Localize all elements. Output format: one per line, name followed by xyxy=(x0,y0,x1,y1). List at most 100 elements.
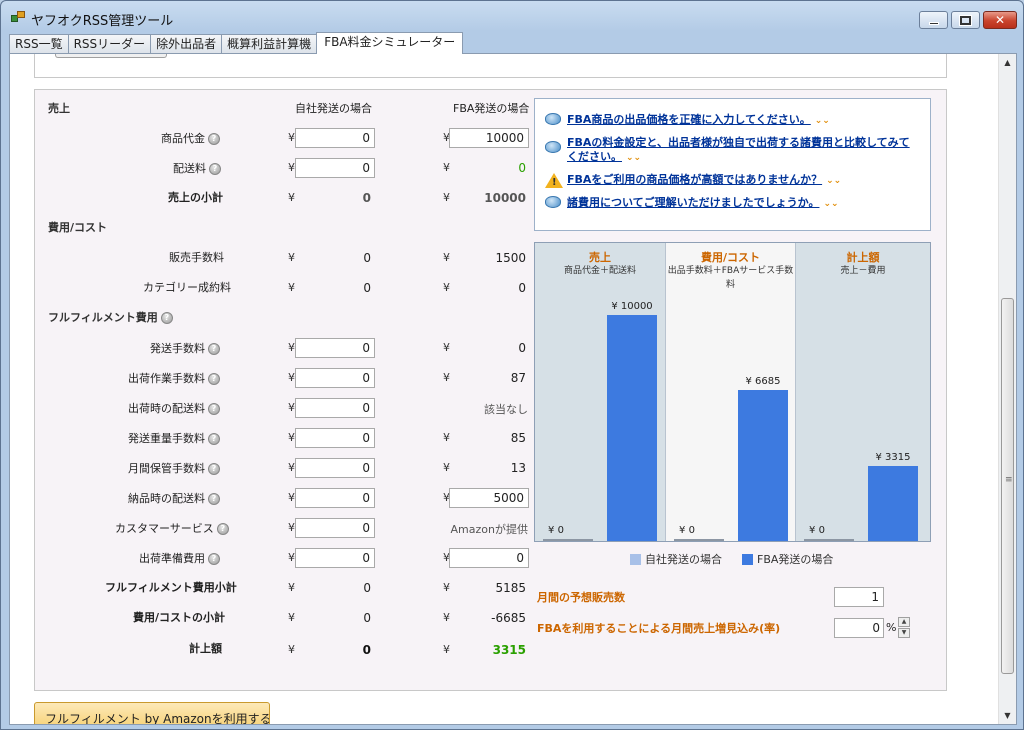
label-ship-fee: 発送手数料? xyxy=(150,340,220,356)
help-icon[interactable]: ? xyxy=(216,523,229,535)
cost-subtotal-fba-value: -6685 xyxy=(491,611,526,625)
help-icon[interactable]: ? xyxy=(208,373,220,385)
help-icon[interactable]: ? xyxy=(208,433,220,445)
weight-fee-fba-value: 85 xyxy=(510,431,526,445)
help-icon[interactable]: ? xyxy=(209,163,221,175)
chart-column: 計上額 売上－費用 ¥ 0 ¥ 3315 xyxy=(796,243,930,541)
spin-down-icon[interactable]: ▼ xyxy=(898,628,910,638)
increase-rate-input[interactable]: 0 xyxy=(834,618,884,638)
title-bar: ヤフオクRSS管理ツール ✕ xyxy=(1,1,1023,33)
tip-link[interactable]: FBAをご利用の商品価格が高額ではありませんか？ xyxy=(567,173,822,186)
chart-category-subtitle: 商品代金＋配送料 xyxy=(563,266,636,276)
prep-cost-self-input[interactable]: 0 xyxy=(295,548,375,568)
label-item-price: 商品代金? xyxy=(161,130,220,146)
scroll-thumb[interactable]: ≡ xyxy=(1001,298,1014,674)
help-icon[interactable]: ? xyxy=(208,463,220,475)
weight-fee-self-input[interactable]: 0 xyxy=(295,428,375,448)
shipping-fba-value: 0 xyxy=(518,161,526,175)
chart-category-subtitle: 売上－費用 xyxy=(840,266,886,276)
tip-link[interactable]: FBA商品の出品価格を正確に入力してください。 xyxy=(567,113,811,126)
yen-sign: ¥ xyxy=(288,431,295,444)
chart-column: 売上 商品代金＋配送料 ¥ 0 ¥ 10000 xyxy=(535,243,666,541)
help-icon[interactable]: ? xyxy=(208,403,220,415)
chevron-down-icon: ⌄⌄ xyxy=(826,176,842,186)
handling-fee-self-input[interactable]: 0 xyxy=(295,368,375,388)
inbound-shipping-self-input[interactable]: 0 xyxy=(295,488,375,508)
inbound-shipping-fba-input[interactable]: 5000 xyxy=(449,488,529,508)
prep-cost-fba-input[interactable]: 0 xyxy=(449,548,529,568)
tab-fba-simulator[interactable]: FBA料金シミュレーター xyxy=(316,32,464,54)
spin-up-icon[interactable]: ▲ xyxy=(898,617,910,627)
yen-sign: ¥ xyxy=(288,161,295,174)
ship-fee-fba-value: 0 xyxy=(518,341,526,355)
yen-sign: ¥ xyxy=(288,371,295,384)
legend-label-self: 自社発送の場合 xyxy=(645,553,722,566)
sales-subtotal-self-value: 0 xyxy=(362,191,371,205)
tip-item[interactable]: ! FBAをご利用の商品価格が高額ではありませんか？ ⌄⌄ xyxy=(545,173,905,188)
minimize-button[interactable] xyxy=(919,11,948,29)
tab-rss-list[interactable]: RSS一覧 xyxy=(9,34,69,53)
bar-value-label: ¥ 10000 xyxy=(611,301,653,312)
speech-bubble-icon xyxy=(545,113,561,127)
yen-sign: ¥ xyxy=(288,131,295,144)
app-window: ヤフオクRSS管理ツール ✕ RSS一覧 RSSリーダー 除外出品者 概算利益計… xyxy=(0,0,1024,730)
yen-sign: ¥ xyxy=(288,401,295,414)
tip-item[interactable]: FBAの料金設定と、出品者様が独自で出荷する諸費用と比較してみてください。 ⌄⌄ xyxy=(545,136,920,165)
customer-service-self-input[interactable]: 0 xyxy=(295,518,375,538)
close-button[interactable]: ✕ xyxy=(983,11,1017,29)
tab-profit-calculator[interactable]: 概算利益計算機 xyxy=(221,34,318,53)
increase-rate-spinner[interactable]: ▲ ▼ xyxy=(898,617,910,639)
yen-sign: ¥ xyxy=(288,521,295,534)
percent-unit: % xyxy=(886,621,897,634)
vertical-scrollbar[interactable]: ▲ ≡ ▼ xyxy=(998,54,1016,724)
label-sales-fee: 販売手数料 xyxy=(169,251,224,264)
storage-fee-self-input[interactable]: 0 xyxy=(295,458,375,478)
tip-item[interactable]: 諸費用についてご理解いただけましたでしょうか。 ⌄⌄ xyxy=(545,196,905,211)
scroll-up-icon[interactable]: ▲ xyxy=(999,54,1016,71)
tip-link[interactable]: FBAの料金設定と、出品者様が独自で出荷する諸費用と比較してみてください。 xyxy=(567,136,910,163)
chart-category-subtitle: 出品手数料＋FBAサービス手数料 xyxy=(667,266,794,290)
use-fba-button[interactable]: フルフィルメント by Amazonを利用する xyxy=(34,702,270,724)
monthly-sales-input[interactable]: 1 xyxy=(834,587,884,607)
help-icon[interactable]: ? xyxy=(208,133,220,145)
sales-subtotal-fba-value: 10000 xyxy=(484,191,526,205)
warning-icon: ! xyxy=(545,173,563,188)
maximize-button[interactable] xyxy=(951,11,980,29)
section-costs: 費用/コスト xyxy=(48,221,108,234)
tip-item[interactable]: FBA商品の出品価格を正確に入力してください。 ⌄⌄ xyxy=(545,113,905,128)
help-icon[interactable]: ? xyxy=(208,343,220,355)
shipping-self-input[interactable]: 0 xyxy=(295,158,375,178)
label-outbound-shipping: 出荷時の配送料? xyxy=(128,400,220,416)
help-icon[interactable]: ? xyxy=(208,553,220,565)
item-price-fba-input[interactable]: 10000 xyxy=(449,128,529,148)
ship-fee-self-input[interactable]: 0 xyxy=(295,338,375,358)
bar-fba-shipping xyxy=(607,315,657,541)
fulfillment-subtotal-self-value: 0 xyxy=(363,581,371,595)
category-fee-self-value: 0 xyxy=(363,281,371,295)
minimize-icon xyxy=(928,21,939,25)
chevron-down-icon: ⌄⌄ xyxy=(814,116,830,126)
tab-excluded-sellers[interactable]: 除外出品者 xyxy=(150,34,223,53)
tab-strip: RSS一覧 RSSリーダー 除外出品者 概算利益計算機 FBA料金シミュレーター xyxy=(9,32,464,54)
tip-link[interactable]: 諸費用についてご理解いただけましたでしょうか。 xyxy=(567,196,819,209)
top-button-stub[interactable] xyxy=(55,54,167,58)
item-price-self-input[interactable]: 0 xyxy=(295,128,375,148)
bar-value-label: ¥ 0 xyxy=(679,525,695,536)
bar-value-label: ¥ 0 xyxy=(548,525,564,536)
outbound-shipping-self-input[interactable]: 0 xyxy=(295,398,375,418)
tab-rss-reader[interactable]: RSSリーダー xyxy=(67,34,152,53)
chart-category-label: 計上額 xyxy=(846,251,880,264)
label-prep-cost-text: 出荷準備費用 xyxy=(139,552,205,565)
help-icon[interactable]: ? xyxy=(160,312,173,324)
label-inbound-shipping: 納品時の配送料? xyxy=(128,490,220,506)
section-fulfillment-text: フルフィルメント費用 xyxy=(48,311,158,324)
chevron-down-icon: ⌄⌄ xyxy=(626,153,642,163)
label-customer-service: カスタマーサービス? xyxy=(115,520,229,536)
tab-content: 売上 自社発送の場合 FBA発送の場合 商品代金? ¥ 0 ¥ 10000 配送… xyxy=(9,53,1017,725)
fulfillment-subtotal-fba-value: 5185 xyxy=(495,581,526,595)
scroll-down-icon[interactable]: ▼ xyxy=(999,707,1016,724)
bar-value-label: ¥ 0 xyxy=(809,525,825,536)
sales-fee-fba-value: 1500 xyxy=(495,251,526,265)
bar-fba-shipping xyxy=(738,390,788,541)
help-icon[interactable]: ? xyxy=(208,493,220,505)
